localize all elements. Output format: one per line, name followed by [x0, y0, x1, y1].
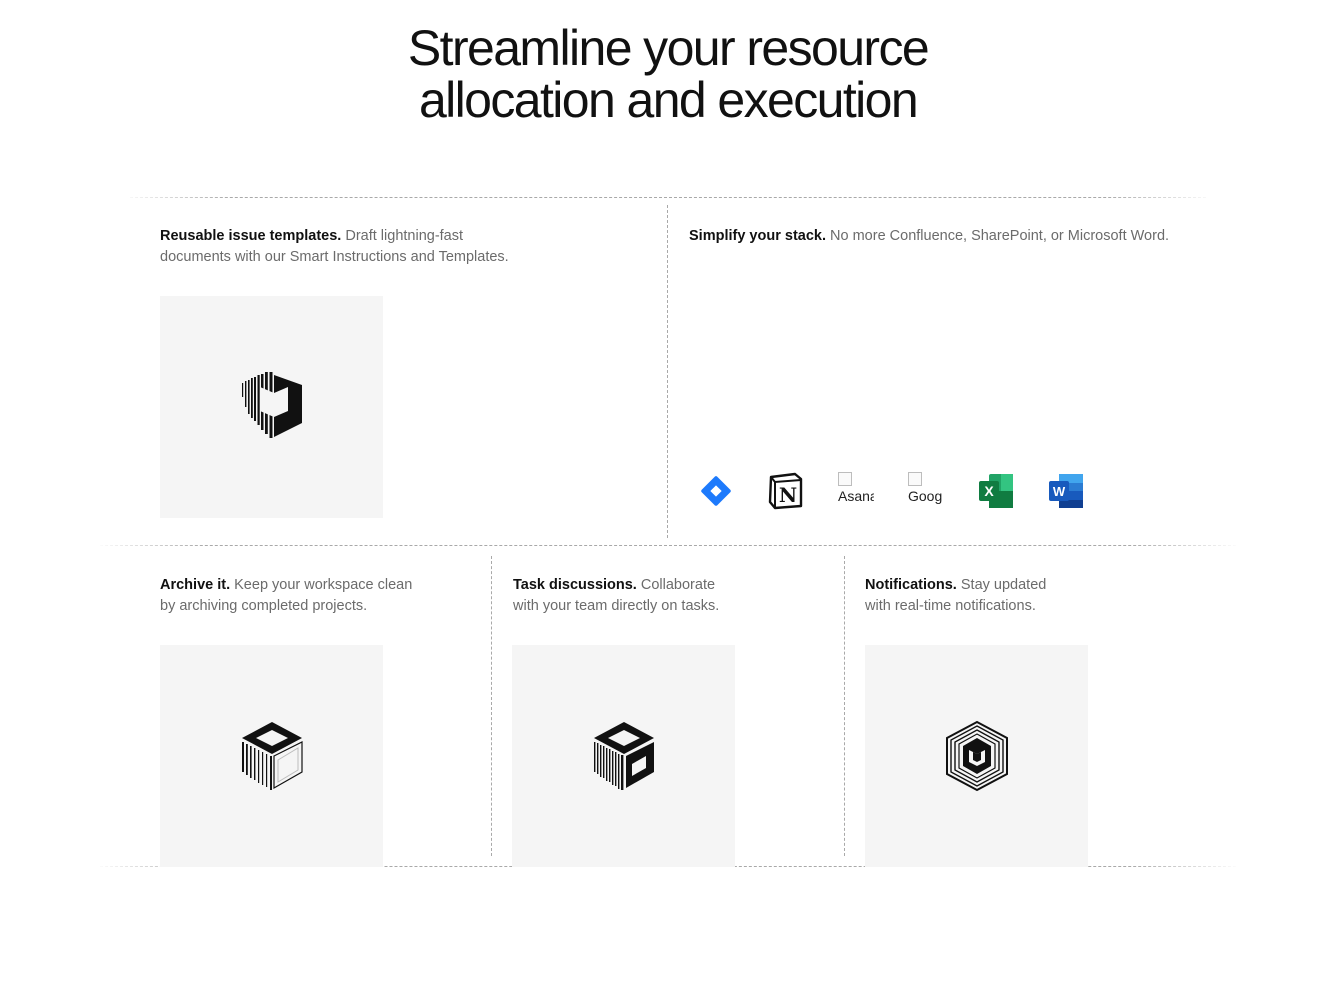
feature-templates-text: Reusable issue templates. Draft lightnin… — [160, 226, 580, 268]
feature-notifications-tile — [865, 645, 1088, 867]
excel-logo-icon: X — [979, 474, 1013, 508]
feature-notifications-desc-1: Stay updated — [960, 577, 1047, 593]
divider-fade — [1131, 865, 1241, 868]
feature-templates-title: Reusable issue templates. — [160, 228, 342, 244]
notion-logo-icon: N — [768, 472, 803, 510]
jira-logo-icon — [701, 476, 731, 506]
feature-archive-title: Archive it. — [160, 577, 231, 593]
feature-discussions-tile — [512, 645, 735, 867]
feature-templates-tile — [160, 296, 383, 518]
divider-fade — [1131, 544, 1241, 547]
word-logo-icon: W — [1049, 474, 1083, 508]
feature-discussions-desc-2: with your team directly on tasks. — [513, 598, 720, 614]
page-title-line-1: Streamline your resource — [407, 20, 930, 76]
feature-stack-desc: No more Confluence, SharePoint, or Micro… — [830, 228, 1170, 244]
divider-vertical-bottom-1 — [491, 556, 492, 856]
feature-notifications-desc-2: with real-time notifications. — [865, 598, 1036, 614]
asana-alt-text: Asana — [838, 488, 874, 504]
feature-archive-desc-1: Keep your workspace clean — [234, 577, 413, 593]
svg-text:N: N — [779, 483, 797, 507]
feature-notifications-title: Notifications. — [865, 577, 957, 593]
feature-discussions-title: Task discussions. — [513, 577, 637, 593]
feature-stack-text: Simplify your stack. No more Confluence,… — [689, 226, 1209, 247]
page-title-line-2: allocation and execution — [418, 72, 919, 128]
divider-fade — [95, 544, 205, 547]
asana-logo-broken-image: Asana — [838, 472, 874, 510]
divider-top — [130, 197, 1206, 198]
divider-vertical-top — [667, 205, 668, 538]
svg-text:W: W — [1053, 484, 1066, 499]
page-title: Streamline your resource allocation and … — [0, 22, 1336, 126]
feature-archive-desc-2: by archiving completed projects. — [160, 598, 368, 614]
feature-discussions-text: Task discussions. Collaborate with your … — [513, 575, 813, 617]
divider-middle — [100, 545, 1236, 546]
divider-vertical-bottom-2 — [844, 556, 845, 856]
feature-stack-title: Simplify your stack. — [689, 228, 826, 244]
feature-archive-text: Archive it. Keep your workspace clean by… — [160, 575, 460, 617]
google-alt-text: Goog — [908, 488, 943, 504]
divider-fade — [120, 196, 230, 199]
shield-logo-icon — [242, 372, 302, 438]
cube-solid-icon — [594, 722, 654, 790]
feature-discussions-desc-1: Collaborate — [640, 577, 716, 593]
feature-templates-desc-1: Draft lightning-fast — [345, 228, 464, 244]
feature-archive-tile — [160, 645, 383, 867]
feature-templates-desc-2: documents with our Smart Instructions an… — [160, 249, 509, 265]
google-logo-broken-image: Goog — [908, 472, 944, 510]
divider-fade — [1106, 196, 1216, 199]
hex-logo-icon — [946, 720, 1008, 792]
svg-text:X: X — [984, 483, 994, 499]
cube-outline-icon — [242, 722, 303, 790]
feature-notifications-text: Notifications. Stay updated with real-ti… — [865, 575, 1165, 617]
